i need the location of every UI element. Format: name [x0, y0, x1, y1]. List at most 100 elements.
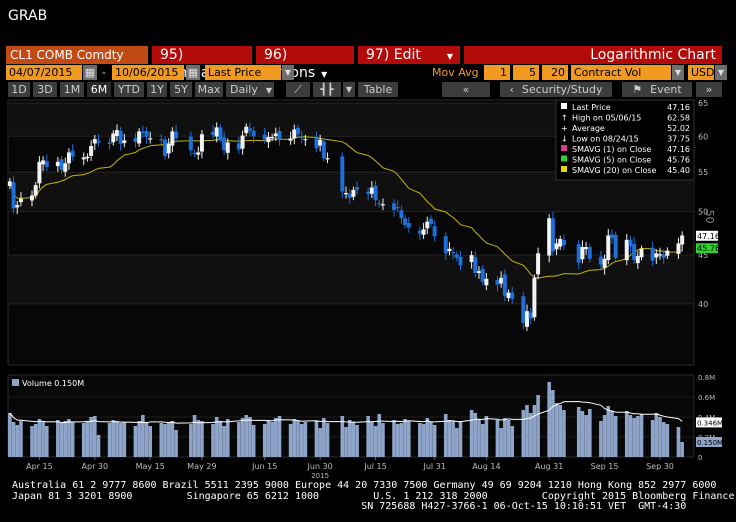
volume-bar: [532, 405, 537, 457]
period-ytd[interactable]: YTD: [114, 82, 144, 97]
volume-tick-label: 0.8M: [698, 374, 715, 382]
volume-bar: [477, 419, 481, 457]
volume-bar: [584, 415, 588, 457]
currency-select[interactable]: USD: [688, 65, 715, 80]
candle-body: [188, 136, 193, 151]
chevron-down-icon[interactable]: ▼: [282, 65, 294, 80]
volume-bar: [248, 417, 252, 457]
legend-swatch: [561, 103, 567, 109]
candle-body: [499, 277, 504, 284]
period-1y[interactable]: 1Y: [147, 82, 167, 97]
calendar-icon[interactable]: ▦: [83, 65, 97, 80]
candle: [613, 231, 618, 262]
mov-avg-3-input[interactable]: 20: [542, 65, 568, 80]
volume-bar: [299, 424, 304, 457]
volume-bar: [381, 423, 385, 457]
candle-body: [432, 226, 437, 237]
candle-body: [18, 198, 23, 203]
period-1m[interactable]: 1M: [60, 82, 84, 97]
volume-bar: [237, 422, 241, 457]
y-tick-label: 65: [698, 99, 708, 108]
legend-label: High on 05/06/15: [572, 114, 641, 123]
candle-body: [192, 152, 197, 155]
candle-body: [406, 223, 411, 228]
volume-bar: [503, 418, 507, 457]
candle-body: [536, 253, 541, 275]
period-max[interactable]: Max: [195, 82, 223, 97]
volume-bar: [528, 413, 533, 457]
actions-button[interactable]: 96) Actions▼: [256, 46, 354, 81]
price-chart[interactable]: 4045505560655047.1645.76Last Price 47.16↑…: [0, 97, 736, 480]
mov-avg-1-input[interactable]: 1: [484, 65, 510, 80]
security-study-button[interactable]: ‹ Security/Study: [500, 82, 612, 97]
volume-field-select[interactable]: Contract Vol: [571, 65, 671, 80]
volume-bar: [211, 424, 215, 457]
line-chart-icon[interactable]: ⟋: [286, 82, 310, 97]
x-year-label: 2015: [311, 472, 329, 480]
candle-body: [89, 146, 94, 156]
period-6m[interactable]: 6M: [87, 82, 111, 97]
candle-body: [366, 191, 371, 194]
volume-bar: [525, 405, 529, 457]
volume-bar: [170, 421, 175, 457]
x-tick-label: Jun 30: [307, 462, 333, 471]
candle: [321, 138, 326, 162]
volume-bar: [8, 413, 12, 457]
footer-line-1: Australia 61 2 9777 8600 Brazil 5511 239…: [12, 480, 717, 491]
field-select[interactable]: Last Price: [205, 65, 281, 80]
frequency-select[interactable]: Daily ▼: [226, 82, 274, 97]
volume-bar: [288, 424, 293, 457]
chevron-down-icon[interactable]: ▼: [343, 82, 355, 97]
candle-body: [510, 292, 515, 299]
volume-bar: [661, 422, 666, 457]
candle-body: [525, 311, 530, 327]
volume-bar: [67, 419, 71, 457]
candle-body: [240, 135, 245, 149]
volume-bar: [395, 424, 400, 457]
volume-bar: [588, 409, 592, 457]
table-button[interactable]: Table: [358, 82, 398, 97]
candle-body: [295, 127, 300, 135]
volume-bar: [240, 418, 245, 457]
candle-body: [262, 134, 267, 140]
calendar-icon[interactable]: ▦: [186, 65, 200, 80]
period-3d[interactable]: 3D: [33, 82, 57, 97]
candle-body: [247, 128, 252, 131]
candlestick-icon[interactable]: ┫┣: [313, 82, 341, 97]
collapse-icon[interactable]: «: [442, 82, 490, 97]
x-tick-label: Apr 30: [82, 462, 109, 471]
expand-icon[interactable]: »: [696, 82, 722, 97]
volume-bar: [403, 419, 407, 457]
candle-body: [273, 133, 278, 137]
volume-bar: [429, 422, 433, 457]
mov-avg-2-input[interactable]: 5: [513, 65, 539, 80]
event-button[interactable]: ⚑ Event: [622, 82, 692, 97]
chevron-down-icon[interactable]: ▼: [715, 65, 727, 80]
candle: [550, 211, 555, 256]
candle-body: [380, 204, 385, 206]
y-tick-label: 55: [698, 168, 708, 177]
end-date-input[interactable]: 10/06/2015: [112, 65, 184, 80]
period-1d[interactable]: 1D: [8, 82, 30, 97]
candle-body: [373, 185, 378, 201]
start-date-input[interactable]: 04/07/2015: [6, 65, 82, 80]
candle-body: [266, 136, 271, 143]
candle-body: [558, 238, 563, 247]
edit-button[interactable]: 97) Edit ▼: [358, 46, 460, 64]
chevron-down-icon[interactable]: ▼: [672, 65, 684, 80]
candle: [532, 274, 537, 321]
volume-bar: [163, 424, 167, 457]
candle-body: [447, 248, 452, 252]
ticker-field[interactable]: CL1 COMB Comdty: [6, 46, 148, 64]
volume-bar: [351, 422, 356, 457]
compare-button[interactable]: 95) Compare▼: [152, 46, 252, 81]
legend-label: SMAVG (20) on Close: [572, 166, 657, 175]
volume-bar: [56, 420, 60, 457]
period-5y[interactable]: 5Y: [170, 82, 192, 97]
candle-body: [92, 139, 97, 144]
candle-body: [561, 240, 566, 246]
candle-body: [451, 252, 456, 254]
candle-body: [580, 246, 585, 260]
candle-body: [417, 230, 422, 234]
candle-body: [351, 189, 356, 197]
